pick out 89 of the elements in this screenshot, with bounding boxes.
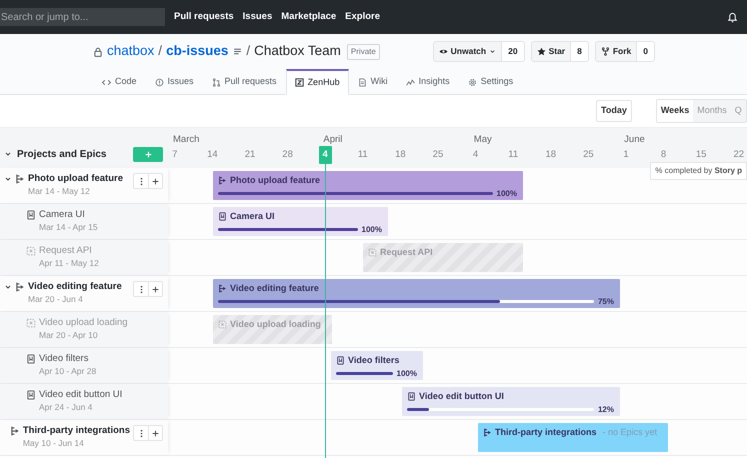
count-label: 0 — [637, 41, 655, 62]
tab[interactable]: Wiki — [348, 69, 397, 94]
percent-label: 75% — [598, 296, 614, 306]
date-range: Mar 14 - May 12 — [28, 185, 91, 197]
item-title: Photo upload feature — [28, 173, 123, 185]
row-label-cell[interactable]: Third-party integrations May 10 - Jun 14 — [0, 420, 168, 455]
day-label: 14 — [207, 148, 218, 162]
bar-note: - no Epics yet — [602, 426, 658, 439]
bar-title: Video upload loading — [230, 318, 321, 331]
date-range: Mar 20 - Apr 10 — [39, 329, 99, 341]
nav-link[interactable]: Pull requests — [174, 10, 234, 24]
issue-bar[interactable]: Video edit button UI 12% — [402, 387, 620, 416]
day-label: 1 — [623, 148, 629, 162]
day-label: 18 — [545, 148, 556, 162]
day-label: 11 — [508, 148, 518, 162]
owner-link[interactable]: chatbox — [107, 41, 154, 62]
day-label: 4 — [472, 148, 478, 162]
day-label: 25 — [583, 148, 594, 162]
tab[interactable]: Insights — [396, 69, 459, 94]
section-title: Projects and Epics — [17, 148, 108, 162]
month-label: June — [624, 134, 645, 145]
day-label: 18 — [395, 148, 406, 162]
star-button[interactable]: Star — [530, 41, 572, 62]
today-marker: 4 — [318, 146, 332, 164]
day-label: 21 — [244, 148, 256, 162]
count-label: 20 — [502, 41, 525, 62]
date-range: Apr 11 - May 12 — [39, 257, 99, 269]
day-label: 8 — [660, 148, 666, 162]
item-title: Video filters — [39, 353, 90, 365]
issue-bar[interactable]: Camera UI 100% — [213, 207, 388, 236]
tab[interactable]: Code — [93, 69, 146, 94]
private-label: Private — [346, 44, 380, 60]
bar-title: Third-party integrations — [495, 426, 597, 439]
epic-bar[interactable]: Third-party integrations - no Epics yet — [478, 423, 668, 452]
date-range: Apr 10 - Apr 28 — [39, 365, 96, 377]
search-field[interactable]: Search or jump to... — [0, 8, 165, 26]
team-name: Chatbox Team — [254, 42, 341, 60]
day-label: 11 — [358, 148, 368, 162]
nav-link[interactable]: Explore — [345, 10, 380, 24]
tooltip: % completed by Story p — [650, 162, 747, 180]
tab[interactable]: Pull requests — [202, 69, 286, 94]
row-label-cell[interactable]: Video edit button UI Apr 24 - Jun 4 — [0, 384, 168, 419]
watch-button[interactable]: Unwatch — [432, 41, 502, 62]
percent-label: 100% — [362, 224, 382, 234]
tab[interactable]: ZenHub — [286, 69, 349, 95]
row-label-cell[interactable]: Photo upload feature Mar 14 - May 12 — [0, 168, 168, 203]
date-range: May 10 - Jun 14 — [22, 437, 85, 449]
date-range: Apr 24 - Jun 4 — [39, 401, 94, 413]
row-label-cell[interactable]: Video editing feature Mar 20 - Jun 4 — [0, 276, 168, 311]
bar-title: Video filters — [348, 354, 400, 367]
repo-link[interactable]: cb-issues — [166, 41, 228, 62]
item-title: Video edit button UI — [39, 389, 122, 401]
fork-button[interactable]: Fork — [594, 41, 638, 62]
percent-label: 12% — [598, 404, 614, 414]
row-label-cell[interactable]: Camera UI Mar 14 - Apr 15 — [0, 204, 168, 239]
bar-title: Photo upload feature — [230, 174, 320, 187]
item-title: Video editing feature — [28, 281, 122, 293]
day-label: 28 — [282, 148, 293, 162]
month-label: May — [474, 134, 492, 145]
item-title: Third-party integrations — [22, 425, 130, 437]
bar-title: Request API — [380, 246, 433, 259]
bar-title: Camera UI — [230, 210, 275, 223]
month-label: April — [323, 134, 342, 145]
percent-label: 100% — [496, 188, 517, 198]
day-label: 22 — [733, 148, 744, 162]
row-label-cell[interactable]: Video filters Apr 10 - Apr 28 — [0, 348, 168, 383]
date-range: Mar 20 - Jun 4 — [28, 293, 84, 305]
day-label: 25 — [432, 148, 444, 162]
item-title: Video upload loading — [39, 317, 128, 329]
tab[interactable]: Issues — [146, 69, 203, 94]
percent-label: 100% — [396, 368, 417, 378]
item-title: Request API — [39, 245, 93, 257]
bar-title: Video edit button UI — [419, 390, 504, 403]
issue-bar[interactable]: Video filters 100% — [331, 351, 423, 380]
tab[interactable]: Settings — [458, 69, 522, 94]
path-separator: / — [246, 42, 250, 60]
bar-title: Video editing feature — [230, 282, 319, 295]
epic-bar[interactable]: Video editing feature 75% — [213, 279, 620, 308]
nav-link[interactable]: Marketplace — [281, 10, 336, 24]
today-button[interactable]: Today — [596, 100, 632, 122]
nav-link[interactable]: Issues — [242, 10, 272, 24]
count-label: 8 — [571, 41, 589, 62]
month-label: March — [173, 134, 200, 145]
date-range: Mar 14 - Apr 15 — [39, 221, 98, 233]
day-label: 15 — [696, 148, 706, 162]
day-label: 7 — [172, 148, 178, 162]
item-title: Camera UI — [39, 209, 86, 221]
path-separator: / — [158, 42, 162, 60]
epic-bar[interactable]: Photo upload feature 100% — [213, 171, 523, 200]
